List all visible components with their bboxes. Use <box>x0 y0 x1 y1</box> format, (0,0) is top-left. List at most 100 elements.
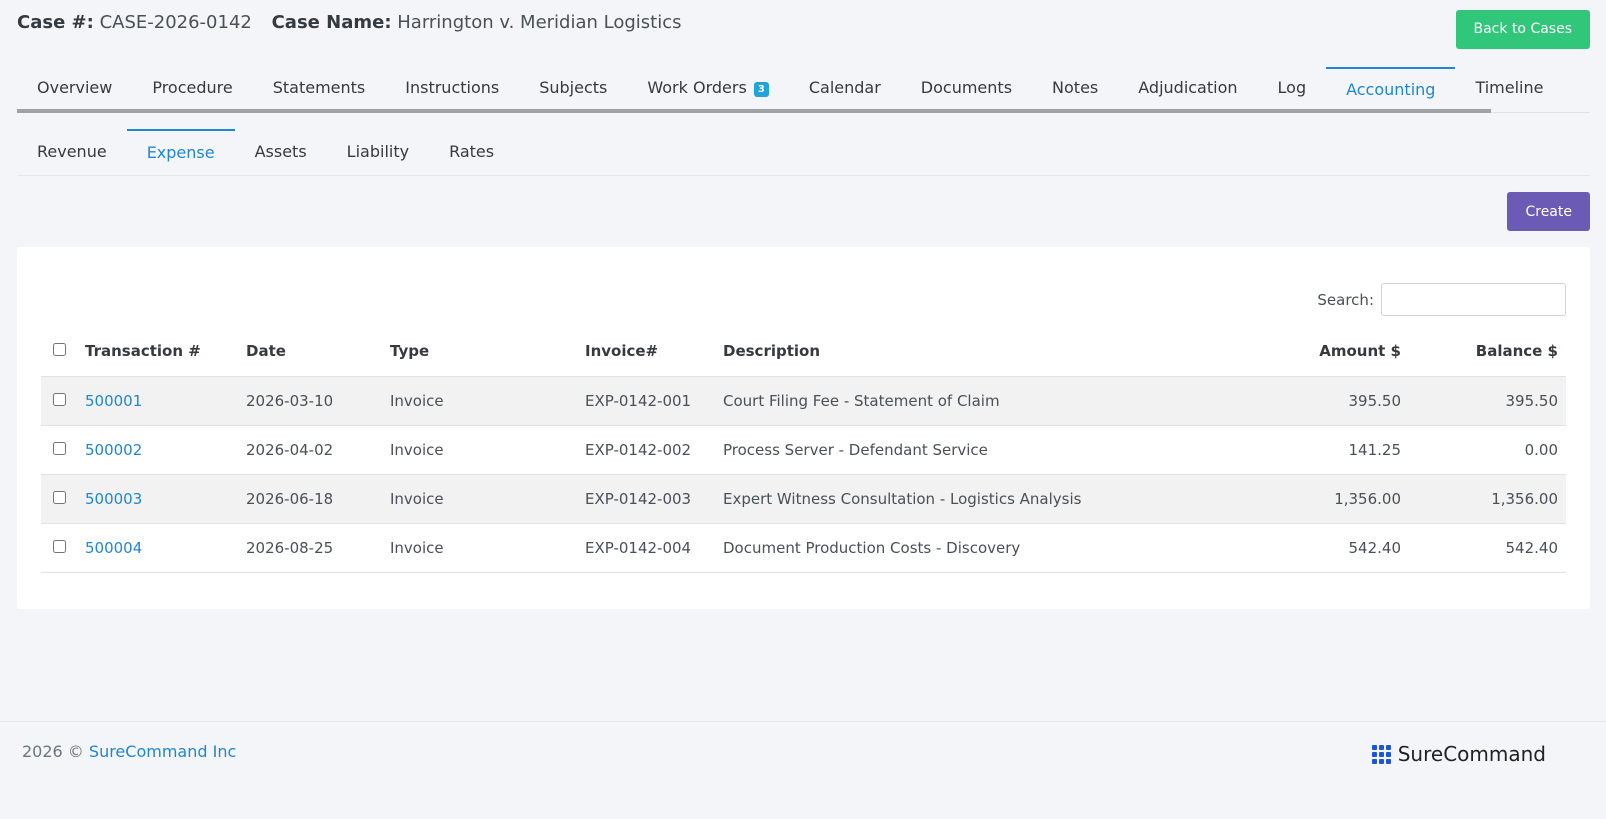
accounting-subtabs: Revenue Expense Assets Liability Rates <box>17 129 1590 176</box>
cell-transaction: 500004 <box>77 523 238 573</box>
row-select-cell <box>41 474 77 524</box>
cell-date: 2026-06-18 <box>238 474 382 524</box>
table-header-row: Transaction # Date Type Invoice# Descrip… <box>41 327 1566 377</box>
tab-label: Work Orders <box>647 78 747 97</box>
subtab-liability[interactable]: Liability <box>327 129 429 175</box>
subtab-assets[interactable]: Assets <box>235 129 327 175</box>
cell-balance: 542.40 <box>1409 523 1566 573</box>
transaction-link[interactable]: 500003 <box>85 490 142 508</box>
tab-notes[interactable]: Notes <box>1032 67 1118 109</box>
company-link[interactable]: SureCommand Inc <box>89 742 236 761</box>
cell-date: 2026-08-25 <box>238 523 382 573</box>
tab-accounting[interactable]: Accounting <box>1326 67 1456 109</box>
cell-date: 2026-03-10 <box>238 376 382 426</box>
cell-transaction: 500003 <box>77 474 238 524</box>
tab-label: Accounting <box>1346 80 1436 99</box>
cell-description: Court Filing Fee - Statement of Claim <box>715 376 1259 426</box>
copyright: 2026 © SureCommand Inc <box>22 742 236 761</box>
cell-amount: 395.50 <box>1259 376 1409 426</box>
tab-label: Statements <box>272 78 366 97</box>
tab-adjudication[interactable]: Adjudication <box>1118 67 1257 109</box>
cell-amount: 1,356.00 <box>1259 474 1409 524</box>
copyright-prefix: 2026 © <box>22 742 84 761</box>
tab-procedure[interactable]: Procedure <box>132 67 252 109</box>
brand-grid-icon <box>1371 744 1391 764</box>
cell-type: Invoice <box>382 474 577 524</box>
brand-name: SureCommand <box>1397 742 1546 766</box>
cell-balance: 1,356.00 <box>1409 474 1566 524</box>
cell-balance: 0.00 <box>1409 425 1566 475</box>
case-tabs: Overview Procedure Statements Instructions S… <box>17 67 1590 113</box>
column-header-description[interactable]: Description <box>715 327 1259 377</box>
row-checkbox[interactable] <box>52 490 66 504</box>
cell-invoice: EXP-0142-003 <box>577 474 715 524</box>
cell-type: Invoice <box>382 376 577 426</box>
row-checkbox[interactable] <box>52 392 66 406</box>
table-row: 500004 2026-08-25 Invoice EXP-0142-004 Docum… <box>41 523 1566 573</box>
tab-work-orders[interactable]: Work Orders 3 <box>627 67 788 109</box>
tab-instructions[interactable]: Instructions <box>385 67 519 109</box>
search-label: Search: <box>1317 290 1374 309</box>
table-row: 500001 2026-03-10 Invoice EXP-0142-001 Court… <box>41 376 1566 426</box>
column-header-type[interactable]: Type <box>382 327 577 377</box>
tabs-underline <box>17 109 1491 113</box>
back-to-cases-button[interactable]: Back to Cases <box>1455 10 1590 49</box>
tab-label: Instructions <box>405 78 500 97</box>
case-name: Harrington v. Meridian Logistics <box>397 12 682 33</box>
transaction-link[interactable]: 500004 <box>85 539 142 557</box>
table-row: 500002 2026-04-02 Invoice EXP-0142-002 Proce… <box>41 425 1566 475</box>
column-header-transaction[interactable]: Transaction # <box>77 327 238 377</box>
cell-description: Process Server - Defendant Service <box>715 425 1259 475</box>
cell-description: Document Production Costs - Discovery <box>715 523 1259 573</box>
column-header-invoice[interactable]: Invoice# <box>577 327 715 377</box>
tab-log[interactable]: Log <box>1258 67 1327 109</box>
select-all-checkbox[interactable] <box>52 343 66 357</box>
column-header-amount[interactable]: Amount $ <box>1259 327 1409 377</box>
cell-type: Invoice <box>382 425 577 475</box>
transaction-link[interactable]: 500002 <box>85 441 142 459</box>
row-select-cell <box>41 425 77 475</box>
cell-invoice: EXP-0142-004 <box>577 523 715 573</box>
tab-calendar[interactable]: Calendar <box>789 67 901 109</box>
cell-description: Expert Witness Consultation - Logistics … <box>715 474 1259 524</box>
cell-amount: 141.25 <box>1259 425 1409 475</box>
tab-label: Overview <box>37 78 113 97</box>
subtab-expense[interactable]: Expense <box>126 129 235 175</box>
tab-label: Subjects <box>539 78 608 97</box>
cell-type: Invoice <box>382 523 577 573</box>
row-checkbox[interactable] <box>52 441 66 455</box>
search-box: Search: <box>1317 283 1566 316</box>
tab-overview[interactable]: Overview <box>17 67 132 109</box>
column-header-balance[interactable]: Balance $ <box>1409 327 1566 377</box>
tab-timeline[interactable]: Timeline <box>1455 67 1563 109</box>
row-select-cell <box>41 376 77 426</box>
cell-balance: 395.50 <box>1409 376 1566 426</box>
transaction-link[interactable]: 500001 <box>85 392 142 410</box>
subtab-rates[interactable]: Rates <box>429 129 514 175</box>
page-footer: 2026 © SureCommand Inc SureCommand <box>0 721 1606 819</box>
tab-label: Notes <box>1052 78 1099 97</box>
table-row: 500003 2026-06-18 Invoice EXP-0142-003 Exper… <box>41 474 1566 524</box>
column-header-date[interactable]: Date <box>238 327 382 377</box>
tab-label: Log <box>1277 78 1307 97</box>
cell-date: 2026-04-02 <box>238 425 382 475</box>
create-button[interactable]: Create <box>1507 192 1590 231</box>
cell-invoice: EXP-0142-001 <box>577 376 715 426</box>
cell-transaction: 500002 <box>77 425 238 475</box>
cell-amount: 542.40 <box>1259 523 1409 573</box>
tab-label: Timeline <box>1475 78 1544 97</box>
tab-label: Procedure <box>152 78 233 97</box>
page-header: Case #: CASE-2026-0142 Case Name: Harrin… <box>17 0 1606 60</box>
search-input[interactable] <box>1381 283 1566 316</box>
tab-subjects[interactable]: Subjects <box>519 67 627 109</box>
cell-invoice: EXP-0142-002 <box>577 425 715 475</box>
tab-documents[interactable]: Documents <box>901 67 1032 109</box>
subtab-revenue[interactable]: Revenue <box>17 129 127 175</box>
row-select-cell <box>41 523 77 573</box>
row-checkbox[interactable] <box>52 539 66 553</box>
tab-label: Adjudication <box>1138 78 1238 97</box>
expense-table-card: Search: Transaction # Date Type Invoice#… <box>17 247 1590 609</box>
tab-statements[interactable]: Statements <box>253 67 386 109</box>
tab-label: Documents <box>920 78 1013 97</box>
case-number: CASE-2026-0142 <box>99 12 252 33</box>
